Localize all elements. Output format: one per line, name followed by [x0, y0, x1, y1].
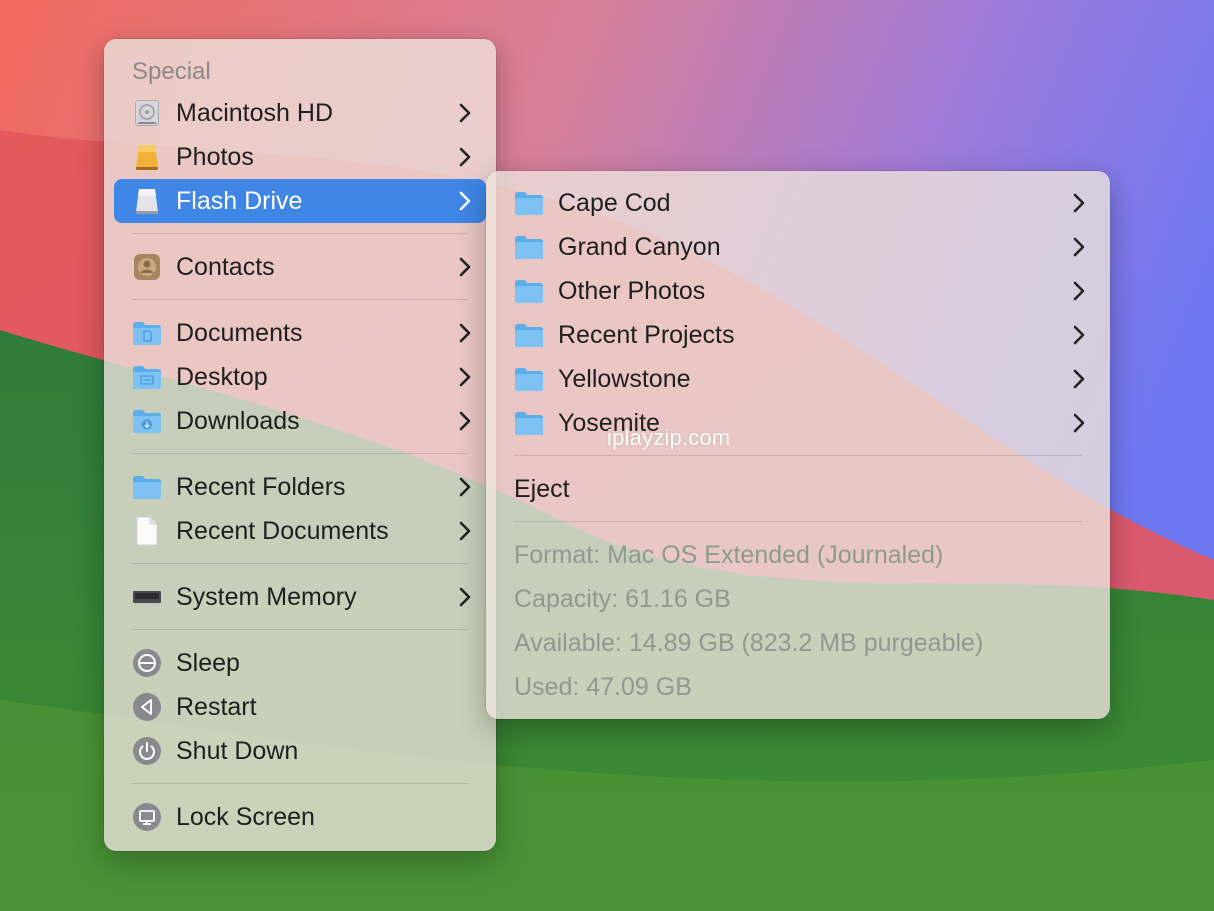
submenu-item-folder[interactable]: Grand Canyon [496, 225, 1100, 269]
watermark-text: iplayzip.com [607, 425, 731, 450]
menu-item-macintosh-hd[interactable]: Macintosh HD [114, 91, 486, 135]
capacity-info: Capacity: 61.16 GB [514, 585, 731, 613]
menu-separator [132, 563, 468, 564]
menu-item-label: Lock Screen [176, 802, 315, 831]
chevron-right-icon [458, 575, 472, 619]
submenu-item-label: Cape Cod [558, 188, 671, 217]
section-header-special: Special [132, 58, 211, 85]
chevron-right-icon [458, 91, 472, 135]
menu-item-label: Photos [176, 142, 254, 171]
chevron-right-icon [458, 399, 472, 443]
desktop-folder-icon [132, 362, 162, 392]
menu-separator [132, 783, 468, 784]
menu-item-label: Shut Down [176, 736, 299, 765]
menu-item-label: Sleep [176, 648, 240, 677]
special-menu: Special Macintosh HD Photos Flash Drive … [104, 39, 496, 851]
menu-item-photos[interactable]: Photos [114, 135, 486, 179]
folder-icon [514, 408, 544, 438]
documents-folder-icon [132, 318, 162, 348]
chevron-right-icon [458, 311, 472, 355]
menu-separator [132, 453, 468, 454]
lock-screen-icon [132, 802, 162, 832]
submenu-item-label: Grand Canyon [558, 232, 721, 261]
menu-item-contacts[interactable]: Contacts [114, 245, 486, 289]
used-info: Used: 47.09 GB [514, 673, 692, 701]
menu-item-label: Contacts [176, 252, 275, 281]
menu-separator [514, 521, 1082, 522]
menu-item-label: Documents [176, 318, 303, 347]
menu-separator [132, 299, 468, 300]
chevron-right-icon [458, 509, 472, 553]
menu-item-desktop[interactable]: Desktop [114, 355, 486, 399]
chevron-right-icon [1072, 357, 1086, 401]
menu-separator [514, 455, 1082, 456]
menu-item-label: Downloads [176, 406, 300, 435]
eject-item[interactable]: Eject [496, 467, 1100, 511]
hard-drive-icon [132, 98, 162, 128]
memory-chip-icon [132, 582, 162, 612]
menu-separator [132, 233, 468, 234]
sleep-icon [132, 648, 162, 678]
submenu-item-label: Other Photos [558, 276, 706, 305]
submenu-item-folder[interactable]: Yellowstone [496, 357, 1100, 401]
menu-item-restart[interactable]: Restart [114, 685, 486, 729]
menu-item-label: Recent Folders [176, 472, 346, 501]
menu-item-recent-folders[interactable]: Recent Folders [114, 465, 486, 509]
submenu-item-label: Recent Projects [558, 320, 735, 349]
submenu-item-folder[interactable]: Recent Projects [496, 313, 1100, 357]
photos-drive-icon [132, 142, 162, 172]
power-icon [132, 736, 162, 766]
menu-separator [132, 629, 468, 630]
menu-item-sleep[interactable]: Sleep [114, 641, 486, 685]
chevron-right-icon [458, 355, 472, 399]
folder-icon [514, 276, 544, 306]
format-info: Format: Mac OS Extended (Journaled) [514, 541, 944, 569]
chevron-right-icon [458, 179, 472, 223]
chevron-right-icon [1072, 225, 1086, 269]
menu-item-label: System Memory [176, 582, 357, 611]
eject-label: Eject [514, 474, 570, 503]
contacts-icon [132, 252, 162, 282]
chevron-right-icon [458, 135, 472, 179]
menu-item-lock-screen[interactable]: Lock Screen [114, 795, 486, 839]
menu-item-shut-down[interactable]: Shut Down [114, 729, 486, 773]
restart-icon [132, 692, 162, 722]
menu-item-flash-drive[interactable]: Flash Drive [114, 179, 486, 223]
chevron-right-icon [1072, 181, 1086, 225]
folder-icon [514, 232, 544, 262]
menu-item-label: Desktop [176, 362, 268, 391]
chevron-right-icon [1072, 269, 1086, 313]
folder-icon [514, 188, 544, 218]
menu-item-label: Recent Documents [176, 516, 389, 545]
flash-drive-icon [132, 186, 162, 216]
menu-item-recent-documents[interactable]: Recent Documents [114, 509, 486, 553]
submenu-item-label: Yellowstone [558, 364, 691, 393]
chevron-right-icon [1072, 313, 1086, 357]
available-info: Available: 14.89 GB (823.2 MB purgeable) [514, 629, 984, 657]
menu-item-downloads[interactable]: Downloads [114, 399, 486, 443]
folder-icon [514, 320, 544, 350]
menu-item-label: Restart [176, 692, 257, 721]
folder-icon [514, 364, 544, 394]
flash-drive-submenu: Cape Cod Grand Canyon Other Photos Recen… [486, 171, 1110, 719]
folder-icon [132, 472, 162, 502]
chevron-right-icon [1072, 401, 1086, 445]
menu-item-system-memory[interactable]: System Memory [114, 575, 486, 619]
submenu-item-folder[interactable]: Other Photos [496, 269, 1100, 313]
chevron-right-icon [458, 245, 472, 289]
document-icon [132, 516, 162, 546]
submenu-item-folder[interactable]: Cape Cod [496, 181, 1100, 225]
menu-item-documents[interactable]: Documents [114, 311, 486, 355]
menu-item-label: Macintosh HD [176, 98, 333, 127]
menu-item-label: Flash Drive [176, 186, 303, 215]
submenu-item-folder[interactable]: Yosemite [496, 401, 1100, 445]
downloads-folder-icon [132, 406, 162, 436]
chevron-right-icon [458, 465, 472, 509]
